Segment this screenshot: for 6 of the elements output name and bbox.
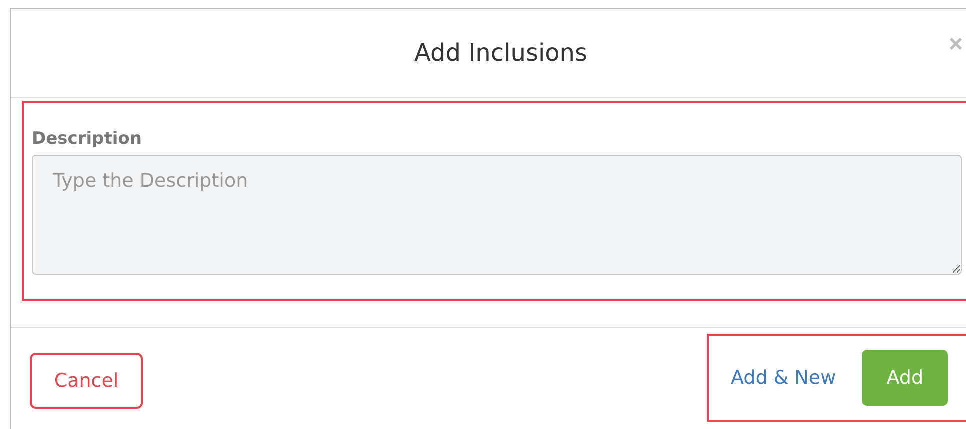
cancel-button[interactable]: Cancel [30,353,143,409]
description-label: Description [32,129,143,149]
add-button[interactable]: Add [862,350,948,406]
dialog-title: Add Inclusions [414,39,588,67]
description-field[interactable]: Type the Description [32,155,962,275]
add-and-new-link[interactable]: Add & New [731,367,836,389]
